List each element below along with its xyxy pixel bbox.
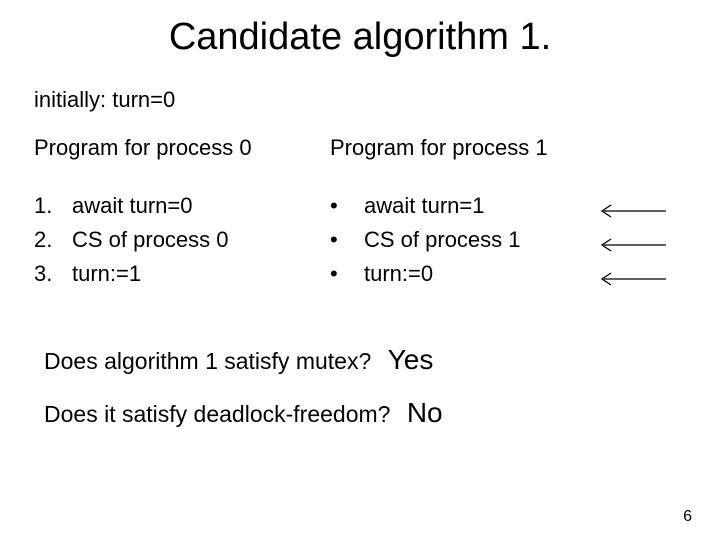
answer-text: Yes <box>388 344 434 375</box>
bullet: • <box>330 189 364 223</box>
slide: Candidate algorithm 1. initially: turn=0… <box>0 0 720 540</box>
code-text: CS of process 0 <box>72 223 320 257</box>
columns: Program for process 0 1. await turn=0 2.… <box>0 135 720 291</box>
slide-title: Candidate algorithm 1. <box>0 0 720 59</box>
answer-text: No <box>407 397 443 428</box>
code-text: await turn=0 <box>72 189 320 223</box>
bullet: • <box>330 257 364 291</box>
page-number: 6 <box>683 508 692 526</box>
bullet: • <box>330 223 364 257</box>
process-0-heading: Program for process 0 <box>34 135 320 161</box>
line-number: 3. <box>34 257 72 291</box>
code-text: turn:=1 <box>72 257 320 291</box>
question-deadlock: Does it satisfy deadlock-freedom? No <box>44 386 720 439</box>
process-1-column: Program for process 1 • await turn=1 • C… <box>320 135 700 291</box>
question-text: Does it satisfy deadlock-freedom? <box>44 401 390 427</box>
process-1-heading: Program for process 1 <box>330 135 700 161</box>
line-number: 1. <box>34 189 72 223</box>
arrow-annotations <box>594 194 666 296</box>
line-number: 2. <box>34 223 72 257</box>
code-row: 2. CS of process 0 <box>34 223 320 257</box>
code-row: 3. turn:=1 <box>34 257 320 291</box>
initial-condition: initially: turn=0 <box>34 87 720 113</box>
process-0-column: Program for process 0 1. await turn=0 2.… <box>0 135 320 291</box>
arrow-left-icon <box>594 194 666 228</box>
question-mutex: Does algorithm 1 satisfy mutex? Yes <box>44 333 720 386</box>
question-text: Does algorithm 1 satisfy mutex? <box>44 348 371 374</box>
code-row: 1. await turn=0 <box>34 189 320 223</box>
questions-block: Does algorithm 1 satisfy mutex? Yes Does… <box>44 333 720 439</box>
arrow-left-icon <box>594 262 666 296</box>
arrow-left-icon <box>594 228 666 262</box>
